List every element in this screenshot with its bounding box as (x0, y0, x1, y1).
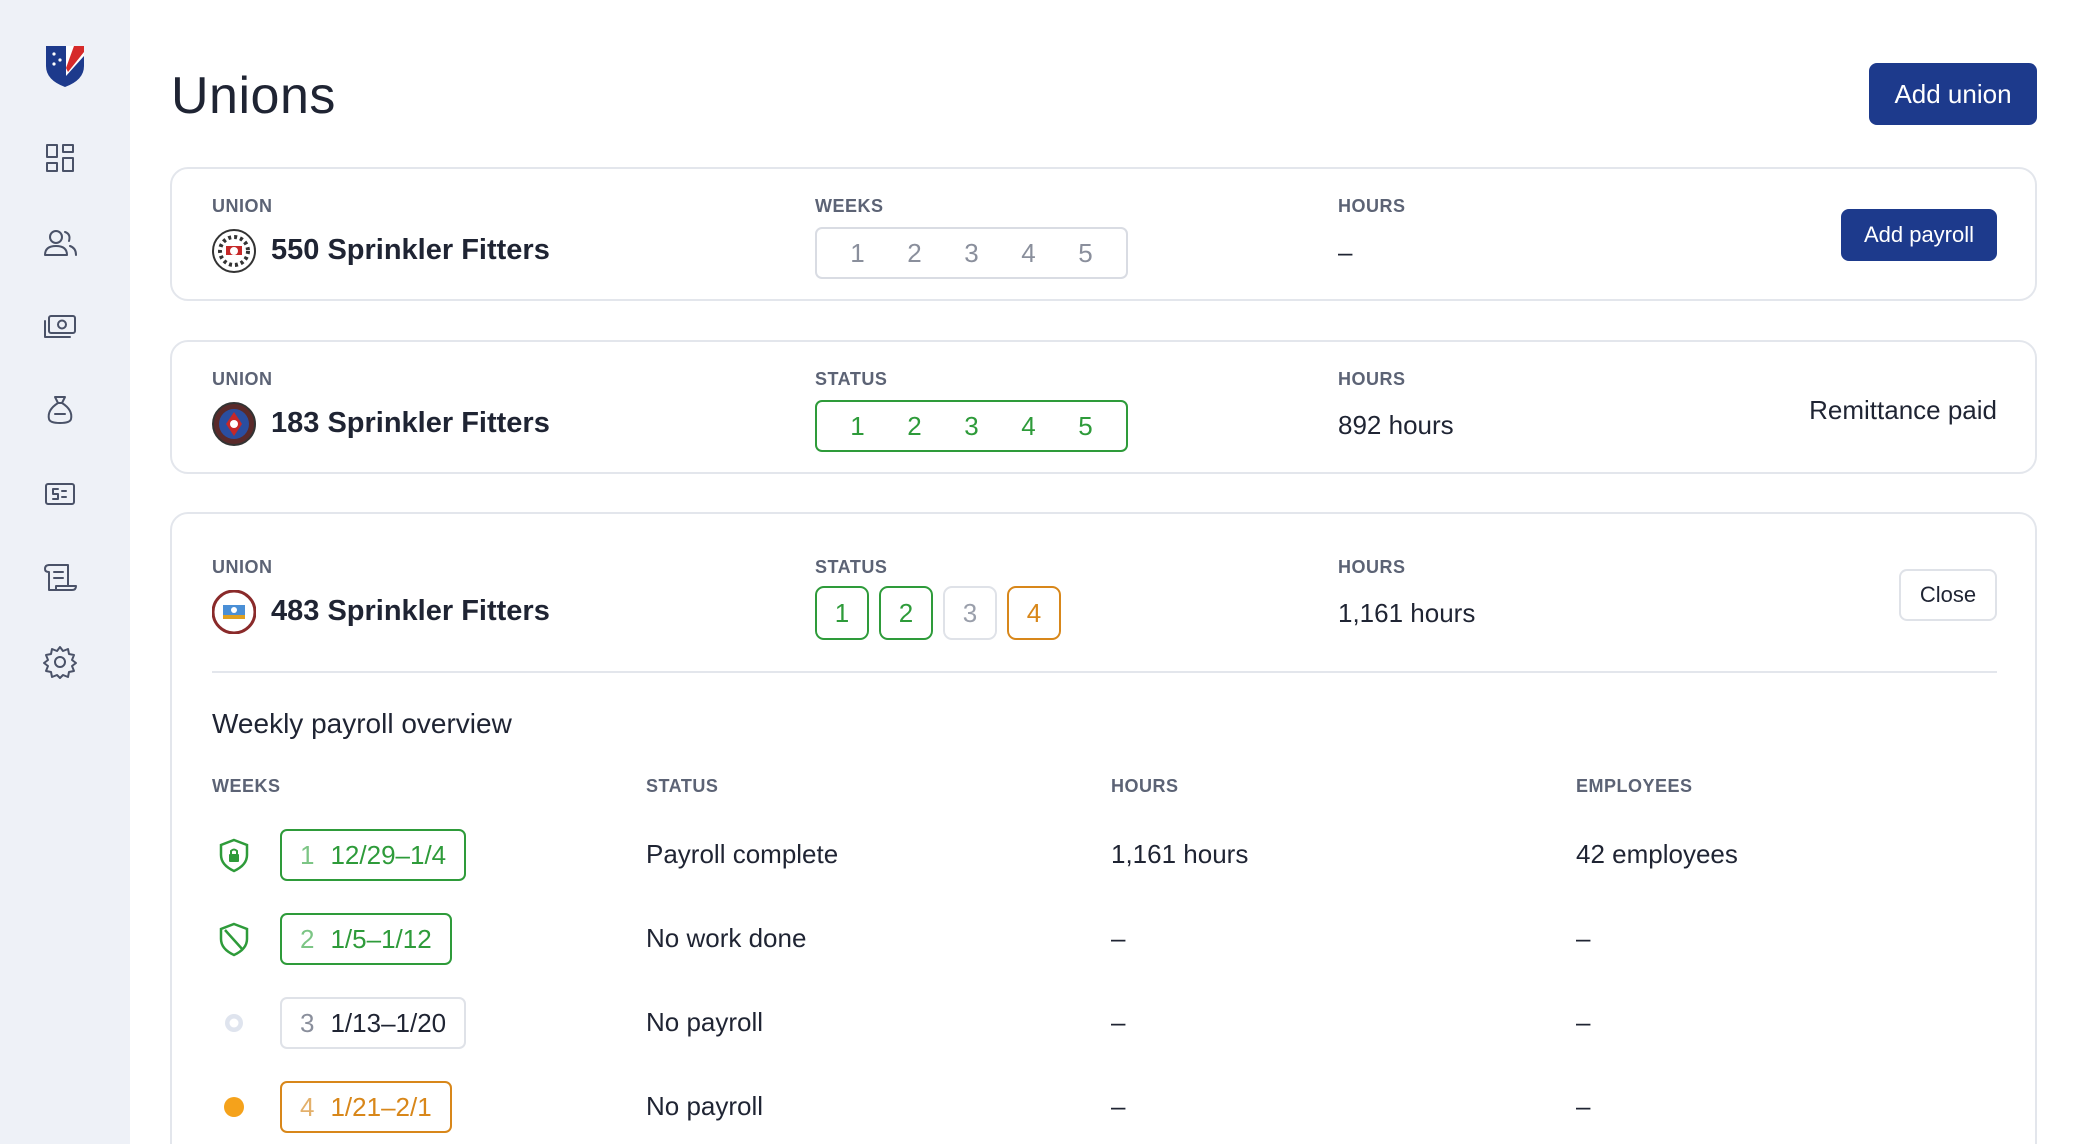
status-column-label: STATUS (815, 369, 888, 389)
divider (212, 671, 1997, 673)
orange-dot-icon (216, 1089, 252, 1125)
union-logo-icon (212, 229, 256, 273)
close-button[interactable]: Close (1899, 569, 1997, 621)
hours-column-label: HOURS (1338, 369, 1406, 389)
overview-title: Weekly payroll overview (212, 708, 512, 739)
week-status-complete[interactable]: 2 (879, 586, 933, 640)
week-number[interactable]: 2 (907, 238, 921, 269)
shield-slash-icon (216, 921, 252, 957)
row-status: Payroll complete (646, 839, 839, 869)
money-bag-icon[interactable] (42, 392, 78, 428)
row-status: No payroll (646, 1091, 764, 1121)
row-hours: – (1111, 1091, 1126, 1121)
week-number: 3 (300, 1007, 315, 1038)
status-header: STATUS (646, 776, 719, 796)
dashboard-icon[interactable] (42, 140, 78, 176)
union-card[interactable]: UNION 550 Sprinkler Fitters WEEKS 1 2 3 … (170, 167, 2037, 301)
remittance-status: Remittance paid (1809, 395, 1997, 425)
week-range[interactable]: 4 1/21–2/1 (280, 1081, 452, 1133)
union-column-label: UNION (212, 557, 273, 577)
hours-header: HOURS (1111, 776, 1179, 796)
row-employees: – (1576, 923, 1591, 953)
week-number[interactable]: 5 (1078, 411, 1092, 442)
shield-logo-icon[interactable] (44, 42, 86, 88)
row-employees: – (1576, 1091, 1591, 1121)
gear-icon[interactable] (42, 644, 78, 680)
weeks-header: WEEKS (212, 776, 281, 796)
week-number[interactable]: 5 (1078, 238, 1092, 269)
week-status-selector[interactable]: 1 2 3 4 5 (815, 400, 1128, 452)
hours-value: – (1338, 237, 1353, 267)
hours-value: 892 hours (1338, 410, 1454, 440)
union-name[interactable]: 550 Sprinkler Fitters (271, 234, 550, 267)
row-employees: 42 employees (1576, 839, 1738, 869)
week-number[interactable]: 4 (1021, 238, 1035, 269)
week-number[interactable]: 4 (1021, 411, 1035, 442)
table-row[interactable]: 2 1/5–1/12 No work done – – (172, 913, 2035, 965)
hours-column-label: HOURS (1338, 196, 1406, 216)
week-number[interactable]: 3 (964, 411, 978, 442)
page-title: Unions (171, 67, 336, 125)
week-number[interactable]: 2 (907, 411, 921, 442)
add-union-button[interactable]: Add union (1869, 63, 2037, 125)
shield-lock-icon (216, 837, 252, 873)
weeks-column-label: WEEKS (815, 196, 884, 216)
row-hours: – (1111, 1007, 1126, 1037)
money-icon[interactable] (42, 308, 78, 344)
week-number: 2 (300, 923, 315, 954)
scroll-icon[interactable] (42, 560, 78, 596)
union-column-label: UNION (212, 196, 273, 216)
date-range: 1/5–1/12 (330, 923, 432, 954)
week-number: 4 (300, 1091, 315, 1122)
row-hours: – (1111, 923, 1126, 953)
row-employees: – (1576, 1007, 1591, 1037)
table-row[interactable]: 1 12/29–1/4 Payroll complete 1,161 hours … (172, 829, 2035, 881)
status-column-label: STATUS (815, 557, 888, 577)
date-range: 1/21–2/1 (330, 1091, 432, 1122)
employees-header: EMPLOYEES (1576, 776, 1693, 796)
row-status: No work done (646, 923, 807, 953)
date-range: 1/13–1/20 (330, 1007, 447, 1038)
union-column-label: UNION (212, 369, 273, 389)
union-logo-icon (212, 402, 256, 446)
sidebar (0, 0, 130, 1144)
people-icon[interactable] (42, 225, 78, 261)
week-range[interactable]: 1 12/29–1/4 (280, 829, 467, 881)
week-number[interactable]: 1 (850, 411, 864, 442)
hours-column-label: HOURS (1338, 557, 1406, 577)
row-status: No payroll (646, 1007, 764, 1037)
week-status-none[interactable]: 3 (943, 586, 997, 640)
table-row[interactable]: 4 1/21–2/1 No payroll – – (172, 1081, 2035, 1133)
dollar-card-icon[interactable] (42, 476, 78, 512)
union-name[interactable]: 483 Sprinkler Fitters (271, 595, 550, 628)
week-number: 1 (300, 839, 315, 870)
add-payroll-button[interactable]: Add payroll (1841, 209, 1997, 261)
week-number[interactable]: 1 (850, 238, 864, 269)
hours-value: 1,161 hours (1338, 598, 1476, 628)
union-name[interactable]: 183 Sprinkler Fitters (271, 407, 550, 440)
week-status-pending[interactable]: 4 (1007, 586, 1061, 640)
week-range[interactable]: 3 1/13–1/20 (280, 997, 467, 1049)
week-status-complete[interactable]: 1 (815, 586, 869, 640)
week-number[interactable]: 3 (964, 238, 978, 269)
union-card-expanded[interactable]: UNION 483 Sprinkler Fitters STATUS 1 2 3… (170, 512, 2037, 1144)
union-logo-icon (211, 589, 257, 635)
date-range: 12/29–1/4 (330, 839, 447, 870)
row-hours: 1,161 hours (1111, 839, 1249, 869)
table-row[interactable]: 3 1/13–1/20 No payroll – – (172, 997, 2035, 1049)
week-selector[interactable]: 1 2 3 4 5 (815, 227, 1128, 279)
union-card[interactable]: UNION 183 Sprinkler Fitters STATUS 1 2 3… (170, 340, 2037, 474)
empty-dot-icon (216, 1005, 252, 1041)
week-range[interactable]: 2 1/5–1/12 (280, 913, 452, 965)
